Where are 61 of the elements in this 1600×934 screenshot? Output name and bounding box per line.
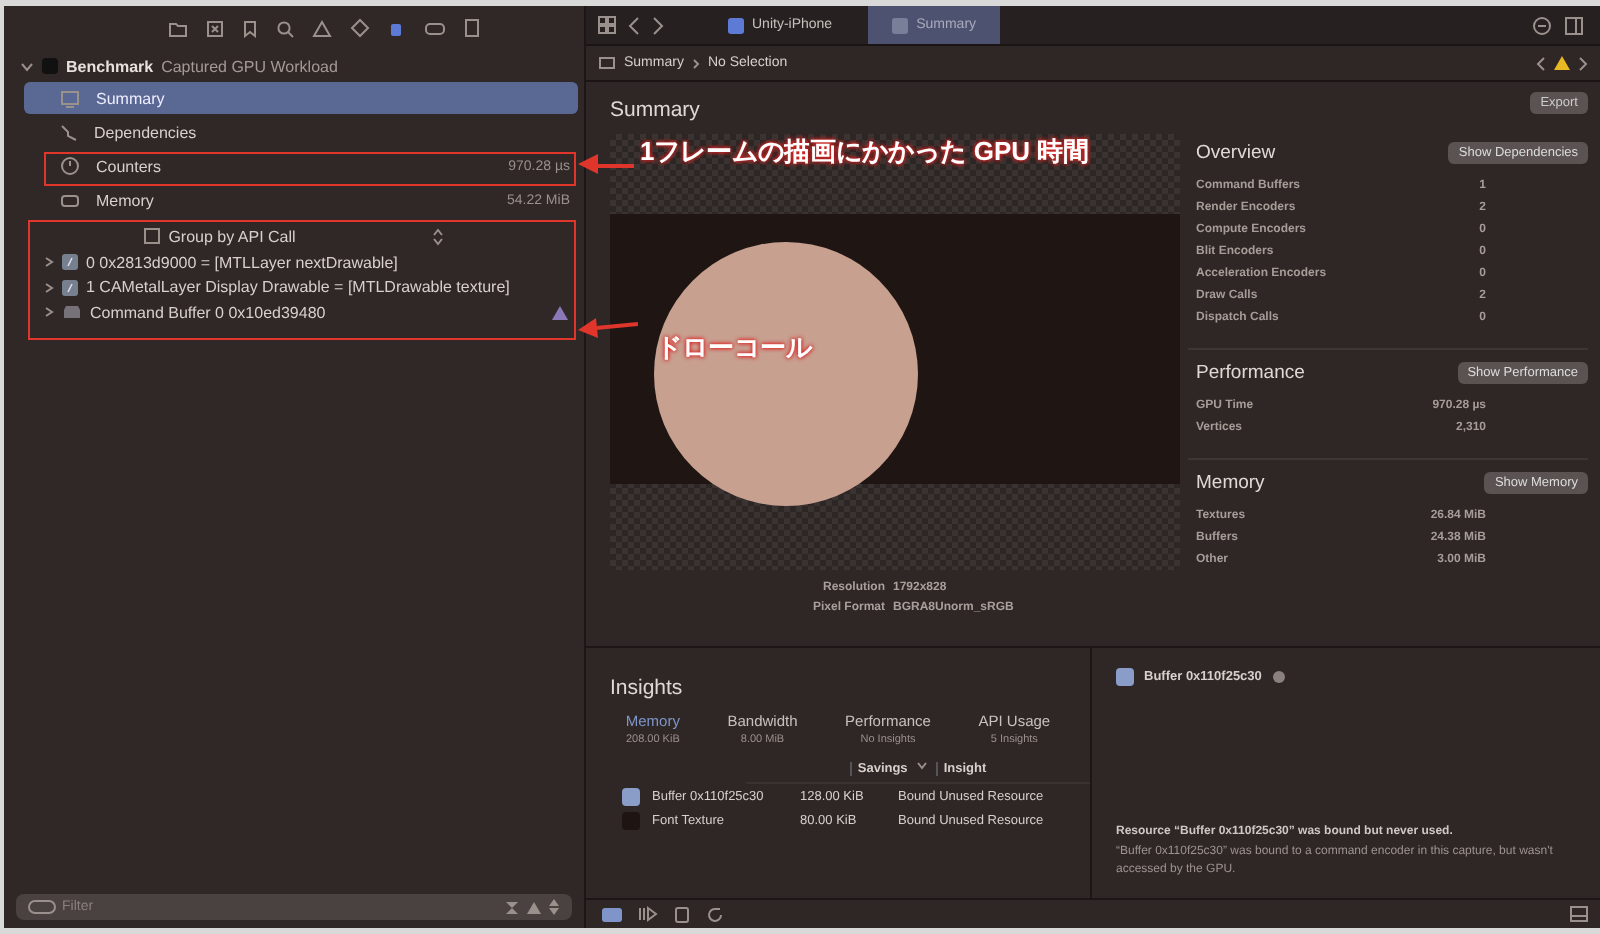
device-icon [674, 905, 690, 923]
clock-icon [60, 156, 80, 176]
tray-icon [62, 304, 82, 321]
document-icon [464, 18, 480, 38]
call-row[interactable]: 1 CAMetalLayer Display Drawable = [MTLDrawable texture] [4, 275, 584, 300]
panel-icon [1564, 15, 1584, 35]
forward-icon [1578, 55, 1588, 71]
diamond-icon [350, 18, 370, 38]
section-title: Overview [1196, 142, 1276, 164]
chevron-down-icon [915, 762, 928, 770]
section-title: Memory [1196, 472, 1265, 494]
nav-item[interactable]: Dependencies [24, 116, 578, 148]
annotation-arrow [578, 316, 638, 340]
folder-icon [168, 19, 188, 37]
filter-icon [28, 900, 56, 914]
bookmark-icon [242, 19, 258, 37]
annotation-label: 1フレームの描画にかかった GPU 時間 [640, 134, 1090, 170]
grid-icon [598, 16, 616, 34]
group-icon [144, 228, 161, 244]
reload-icon [706, 905, 724, 923]
sort-icon [548, 898, 560, 916]
app-icon [42, 58, 58, 74]
function-icon [62, 279, 78, 296]
search-icon [276, 19, 294, 37]
square-x-icon [206, 19, 224, 37]
insights-title: Insights [608, 676, 685, 704]
annotation-arrow [578, 152, 634, 176]
minus-circle-icon [1532, 15, 1552, 35]
warning-icon [1554, 56, 1570, 70]
arrow-circle-icon [1271, 670, 1286, 684]
group-selector[interactable]: Group by API Call [168, 227, 296, 245]
branch-icon [60, 123, 78, 141]
debug-icon [388, 19, 406, 37]
document-icon [728, 17, 744, 33]
chevron-right-icon [691, 57, 700, 69]
forward-icon [652, 15, 664, 35]
rectangle-icon [602, 907, 622, 921]
project-name: Benchmark [66, 57, 154, 75]
project-subtitle: Captured GPU Workload [161, 57, 338, 75]
function-icon [62, 254, 78, 271]
call-row[interactable]: 0 0x2813d9000 = [MTLLayer nextDrawable] [4, 250, 584, 275]
section-title: Performance [1196, 362, 1305, 384]
nav-item[interactable]: Summary [24, 82, 578, 114]
back-icon [628, 15, 640, 35]
chevron-down-icon [20, 61, 34, 71]
warning-icon [312, 19, 332, 37]
monitor-icon [598, 55, 616, 71]
updown-icon [431, 227, 444, 245]
summary-title: Summary [610, 98, 702, 126]
back-icon [1536, 55, 1546, 71]
panel-icon [1570, 906, 1588, 922]
document-icon [892, 17, 909, 33]
warning-icon [526, 899, 542, 915]
step-icon [638, 906, 658, 922]
buffer-swatch [1116, 668, 1134, 686]
capsule-icon [424, 21, 446, 35]
call-row[interactable]: Command Buffer 0 0x10ed39480 [4, 300, 584, 325]
annotation-label: ドローコール [656, 330, 812, 366]
hourglass-icon [504, 899, 520, 915]
monitor-icon [60, 89, 80, 107]
rectangle-icon [60, 193, 80, 207]
